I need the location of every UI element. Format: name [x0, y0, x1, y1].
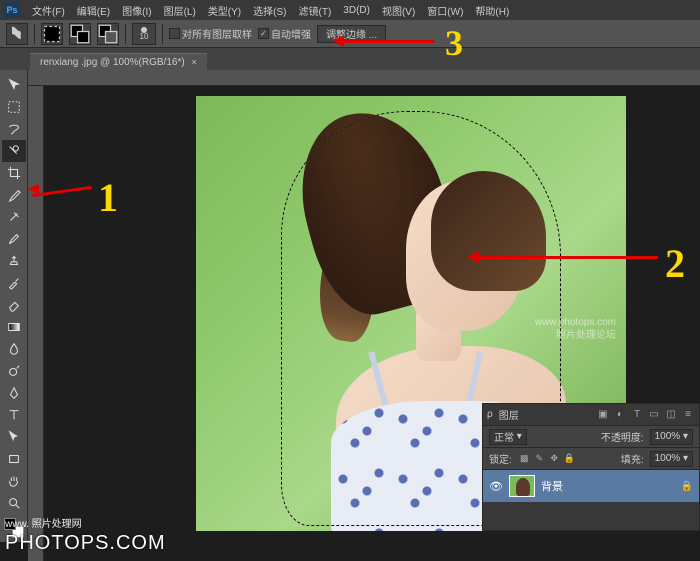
menu-type[interactable]: 类型(Y): [202, 3, 247, 18]
brush-size-picker[interactable]: 10: [132, 23, 156, 45]
opacity-label: 不透明度:: [601, 429, 644, 444]
sample-all-label: 对所有图层取样: [182, 26, 252, 41]
menu-file[interactable]: 文件(F): [26, 3, 71, 18]
menu-filter[interactable]: 滤镜(T): [293, 3, 338, 18]
menu-window[interactable]: 窗口(W): [421, 3, 469, 18]
path-selection-tool[interactable]: [2, 426, 26, 448]
eyedropper-tool[interactable]: [2, 184, 26, 206]
menu-view[interactable]: 视图(V): [376, 3, 421, 18]
brush-tool[interactable]: [2, 228, 26, 250]
marquee-tool[interactable]: [2, 96, 26, 118]
lock-label: 锁定:: [489, 451, 512, 466]
image-watermark: www. 照片处理网 PHOTOPS.COM: [5, 519, 166, 555]
menu-layer[interactable]: 图层(L): [158, 3, 202, 18]
checkbox-icon: [169, 28, 180, 39]
layers-panel: ρ 图层 ▣ ◐ T ▭ ◫ ≡ 正常 ▾ 不透明度: 100% ▾ 锁定: ▩…: [482, 403, 700, 531]
document-tab-bar: renxiang .jpg @ 100%(RGB/16*) ×: [0, 48, 700, 70]
filter-adjust-icon[interactable]: ◐: [613, 408, 627, 422]
menu-3d[interactable]: 3D(D): [337, 5, 376, 16]
opacity-input[interactable]: 100% ▾: [650, 429, 693, 445]
filter-type-icon[interactable]: T: [630, 408, 644, 422]
panel-menu-icon[interactable]: ≡: [681, 408, 695, 422]
options-bar: 10 对所有图层取样 ✓ 自动增强 调整边缘 ...: [0, 20, 700, 48]
add-selection-icon[interactable]: [69, 23, 91, 45]
filter-shape-icon[interactable]: ▭: [647, 408, 661, 422]
subtract-selection-icon[interactable]: [97, 23, 119, 45]
fill-label: 填充:: [621, 451, 644, 466]
horizontal-ruler: [28, 70, 700, 86]
crop-tool[interactable]: [2, 162, 26, 184]
blend-mode-dropdown[interactable]: 正常 ▾: [489, 429, 527, 445]
lock-position-icon[interactable]: ✥: [548, 452, 561, 465]
menu-help[interactable]: 帮助(H): [469, 3, 515, 18]
visibility-toggle-icon[interactable]: 👁: [489, 480, 503, 493]
hand-tool[interactable]: [2, 470, 26, 492]
rectangle-tool[interactable]: [2, 448, 26, 470]
filter-pixel-icon[interactable]: ▣: [596, 408, 610, 422]
lock-pixels-icon[interactable]: ✎: [533, 452, 546, 465]
move-tool[interactable]: [2, 74, 26, 96]
panel-kind-icon[interactable]: ρ: [487, 409, 493, 420]
refine-edge-button[interactable]: 调整边缘 ...: [317, 25, 386, 43]
history-brush-tool[interactable]: [2, 272, 26, 294]
filter-smart-icon[interactable]: ◫: [664, 408, 678, 422]
fill-input[interactable]: 100% ▾: [650, 451, 693, 467]
lock-transparency-icon[interactable]: ▩: [518, 452, 531, 465]
menu-image[interactable]: 图像(I): [116, 3, 157, 18]
tool-preset-icon[interactable]: [6, 23, 28, 45]
document-tab-title: renxiang .jpg @ 100%(RGB/16*): [40, 57, 185, 68]
menu-select[interactable]: 选择(S): [247, 3, 292, 18]
document-tab[interactable]: renxiang .jpg @ 100%(RGB/16*) ×: [30, 53, 207, 70]
menu-bar: Ps 文件(F) 编辑(E) 图像(I) 图层(L) 类型(Y) 选择(S) 滤…: [0, 0, 700, 20]
tab-close-icon[interactable]: ×: [191, 57, 196, 67]
gradient-tool[interactable]: [2, 316, 26, 338]
clone-stamp-tool[interactable]: [2, 250, 26, 272]
layer-thumbnail[interactable]: [509, 475, 535, 497]
sample-all-layers-checkbox[interactable]: 对所有图层取样: [169, 26, 252, 41]
layer-name[interactable]: 背景: [541, 478, 675, 494]
lasso-tool[interactable]: [2, 118, 26, 140]
layers-panel-tab[interactable]: 图层: [499, 407, 519, 422]
quick-selection-tool[interactable]: [2, 140, 26, 162]
app-logo: Ps: [4, 2, 20, 18]
zoom-tool[interactable]: [2, 492, 26, 514]
left-toolbar: [0, 70, 28, 542]
brush-size-value: 10: [140, 33, 149, 41]
vertical-ruler: [28, 86, 44, 561]
layer-list: 👁 背景 🔒: [483, 470, 699, 530]
canvas-watermark: www.photops.com 照片处理论坛: [535, 316, 616, 342]
auto-enhance-checkbox[interactable]: ✓ 自动增强: [258, 26, 311, 41]
dodge-tool[interactable]: [2, 360, 26, 382]
blur-tool[interactable]: [2, 338, 26, 360]
healing-brush-tool[interactable]: [2, 206, 26, 228]
checkbox-checked-icon: ✓: [258, 28, 269, 39]
layer-item-background[interactable]: 👁 背景 🔒: [483, 470, 699, 502]
layer-lock-icon: 🔒: [681, 481, 693, 492]
workspace: www.photops.com 照片处理论坛 ρ 图层 ▣ ◐ T ▭ ◫ ≡ …: [0, 70, 700, 561]
pen-tool[interactable]: [2, 382, 26, 404]
eraser-tool[interactable]: [2, 294, 26, 316]
type-tool[interactable]: [2, 404, 26, 426]
auto-enhance-label: 自动增强: [271, 26, 311, 41]
lock-all-icon[interactable]: 🔒: [563, 452, 576, 465]
new-selection-icon[interactable]: [41, 23, 63, 45]
menu-edit[interactable]: 编辑(E): [71, 3, 116, 18]
